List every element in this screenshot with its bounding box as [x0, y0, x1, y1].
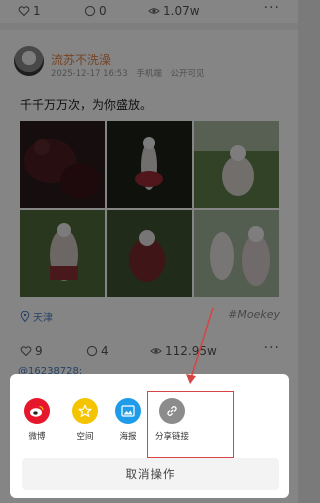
share-qzone-label: 空间 — [76, 432, 94, 442]
share-weibo-button[interactable]: 微博 — [17, 398, 57, 442]
weibo-icon — [24, 398, 50, 424]
share-qzone-button[interactable]: 空间 — [65, 398, 105, 442]
poster-image-icon — [115, 398, 141, 424]
share-weibo-label: 微博 — [28, 432, 46, 442]
share-poster-label: 海报 — [119, 432, 137, 442]
annotation-highlight-box — [147, 391, 234, 458]
share-poster-button[interactable]: 海报 — [108, 398, 148, 442]
qzone-star-icon — [72, 398, 98, 424]
cancel-button[interactable]: 取消操作 — [22, 458, 279, 490]
